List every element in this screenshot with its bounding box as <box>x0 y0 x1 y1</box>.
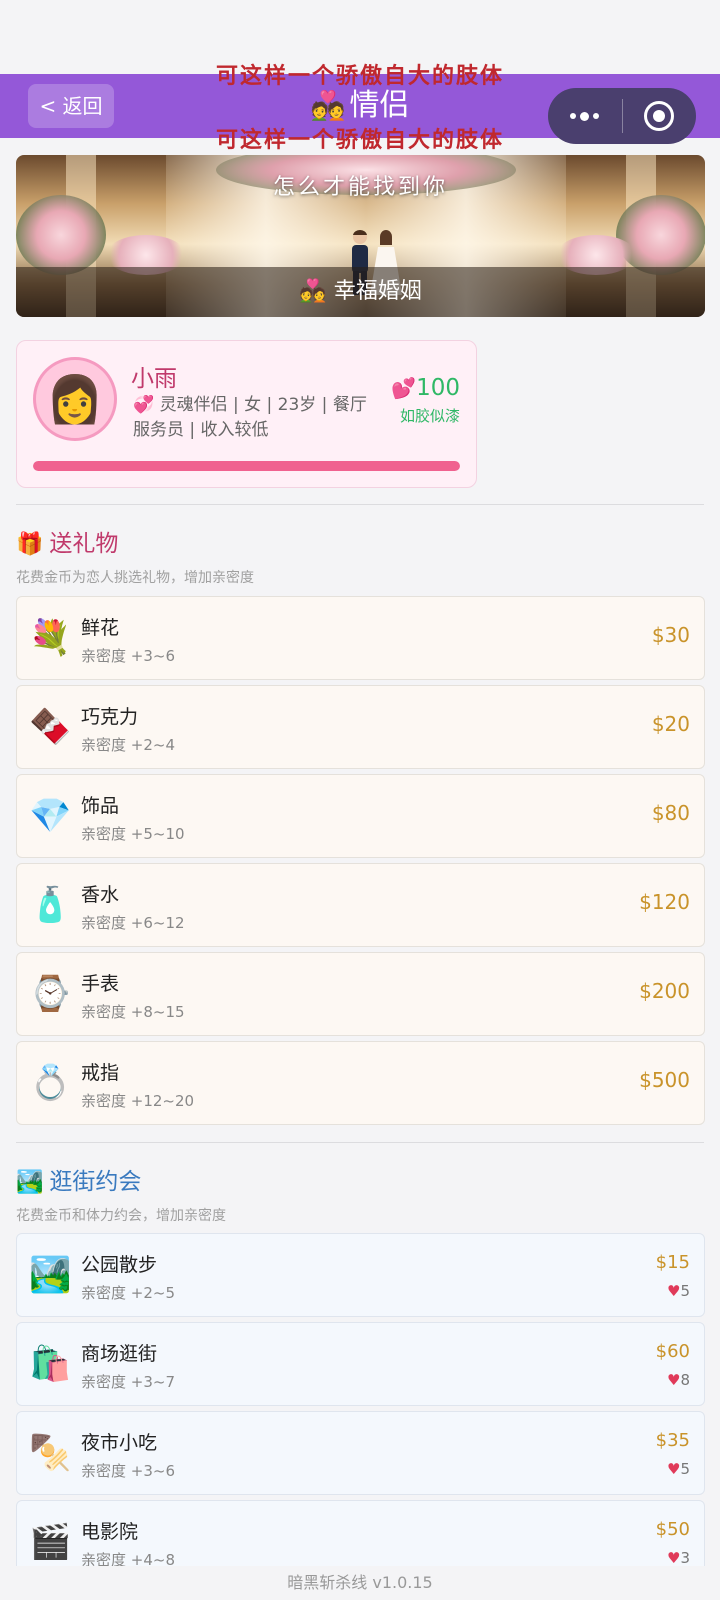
gift-item[interactable]: 💍 戒指亲密度 +12~20 $500 <box>16 1041 705 1125</box>
date-item-icon: 🍢 <box>29 1433 72 1473</box>
gift-item[interactable]: 🍫 巧克力亲密度 +2~4 $20 <box>16 685 705 769</box>
date-item-icon: 🏞️ <box>29 1255 72 1295</box>
gift-item-desc: 亲密度 +2~4 <box>81 736 175 754</box>
date-section-subtitle: 花费金币和体力约会，增加亲密度 <box>16 1208 226 1224</box>
affection-progress-bar <box>33 461 460 471</box>
couple-emoji-icon: 💑 <box>310 89 346 122</box>
gift-item-icon: 💐 <box>29 618 72 658</box>
more-button[interactable] <box>548 88 622 144</box>
date-item-desc: 亲密度 +3~7 <box>81 1373 175 1391</box>
gift-item-name: 巧克力 <box>81 706 139 728</box>
gift-item-desc: 亲密度 +8~15 <box>81 1003 185 1021</box>
stamina-value: 3 <box>680 1549 690 1567</box>
affection-number: 100 <box>416 375 460 401</box>
partner-name: 小雨 <box>131 366 177 392</box>
divider <box>16 504 704 505</box>
date-item-desc: 亲密度 +2~5 <box>81 1284 175 1302</box>
gift-item-price: $200 <box>639 979 690 1003</box>
gift-item[interactable]: ⌚ 手表亲密度 +8~15 $200 <box>16 952 705 1036</box>
date-item-name: 商场逛街 <box>81 1343 158 1365</box>
affection-value: 💕100 <box>391 375 460 401</box>
stamina-value: 5 <box>680 1460 690 1478</box>
mini-program-capsule <box>548 88 696 144</box>
banner-caption: 💑 幸福婚姻 <box>16 267 705 317</box>
footer-version: 暗黑斩杀线 v1.0.15 <box>0 1566 720 1600</box>
gift-item-icon: 🍫 <box>29 707 72 747</box>
date-item-stamina: ♥5 <box>667 1282 690 1300</box>
gift-item-name: 香水 <box>81 884 120 906</box>
page-title-text: 情侣 <box>349 88 410 123</box>
date-item[interactable]: 🍢 夜市小吃亲密度 +3~6 $35 ♥5 <box>16 1411 705 1495</box>
gift-section-title-text: 送礼物 <box>49 531 119 557</box>
gift-item[interactable]: 💐 鲜花亲密度 +3~6 $30 <box>16 596 705 680</box>
hearts-icon: 💞 <box>133 395 155 415</box>
gift-item-icon: 🧴 <box>29 885 72 925</box>
gift-item-price: $500 <box>639 1068 690 1092</box>
gift-item-desc: 亲密度 +3~6 <box>81 647 175 665</box>
gift-item[interactable]: 🧴 香水亲密度 +6~12 $120 <box>16 863 705 947</box>
gift-item-desc: 亲密度 +5~10 <box>81 825 185 843</box>
gift-item-icon: 💎 <box>29 796 72 836</box>
date-item-stamina: ♥5 <box>667 1460 690 1478</box>
banner-script-text: 怎么才能找到你 <box>272 175 448 200</box>
gift-item[interactable]: 💎 饰品亲密度 +5~10 $80 <box>16 774 705 858</box>
divider <box>16 1142 704 1143</box>
gift-item-price: $120 <box>639 890 690 914</box>
date-item-name: 夜市小吃 <box>81 1432 158 1454</box>
gift-item-icon: 💍 <box>29 1063 72 1103</box>
gift-item-name: 鲜花 <box>81 617 120 639</box>
gift-item-name: 戒指 <box>81 1062 120 1084</box>
heart-icon: ♥ <box>667 1282 681 1300</box>
gift-item-price: $20 <box>651 712 690 736</box>
gift-item-desc: 亲密度 +6~12 <box>81 914 185 932</box>
affection-level: 如胶似漆 <box>399 407 460 425</box>
affection-block: 💕100 如胶似漆 <box>391 375 460 426</box>
date-item-icon: 🎬 <box>29 1522 72 1562</box>
wedding-banner: 怎么才能找到你 💑 幸福婚姻 <box>16 155 705 317</box>
date-section-title: 🏞️ 逛街约会 <box>16 1162 141 1196</box>
heart-icon: ♥ <box>667 1371 681 1389</box>
date-item-stamina: ♥8 <box>667 1371 690 1389</box>
gift-item-name: 手表 <box>81 973 120 995</box>
heart-icon: ♥ <box>667 1460 681 1478</box>
partner-info: 💞 灵魂伴侣 | 女 | 23岁 | 餐厅服务员 | 收入较低 <box>133 393 383 443</box>
avatar: 👩 <box>33 357 117 441</box>
date-item[interactable]: 🏞️ 公园散步亲密度 +2~5 $15 ♥5 <box>16 1233 705 1317</box>
partner-card[interactable]: 👩 小雨 💞 灵魂伴侣 | 女 | 23岁 | 餐厅服务员 | 收入较低 💕10… <box>16 340 477 488</box>
partner-info-text: 灵魂伴侣 | 女 | 23岁 | 餐厅服务员 | 收入较低 <box>133 395 367 440</box>
banner-caption-text: 幸福婚姻 <box>333 279 422 304</box>
gift-item-name: 饰品 <box>81 795 120 817</box>
gift-item-icon: ⌚ <box>29 974 72 1014</box>
date-item-desc: 亲密度 +3~6 <box>81 1462 175 1480</box>
gift-section-subtitle: 花费金币为恋人挑选礼物，增加亲密度 <box>16 570 254 586</box>
gift-item-price: $30 <box>651 623 690 647</box>
heart-icon: ♥ <box>667 1549 681 1567</box>
date-item-price: $60 <box>655 1341 690 1362</box>
date-item-name: 公园散步 <box>81 1254 158 1276</box>
date-item[interactable]: 🛍️ 商场逛街亲密度 +3~7 $60 ♥8 <box>16 1322 705 1406</box>
nav-bar: < 返回 💑 情侣 <box>0 74 720 144</box>
more-dots-icon <box>570 111 600 121</box>
stamina-value: 8 <box>680 1371 690 1389</box>
close-button[interactable] <box>623 88 697 144</box>
date-item-price: $50 <box>655 1519 690 1540</box>
gift-item-price: $80 <box>651 801 690 825</box>
date-item-name: 电影院 <box>81 1521 139 1543</box>
date-item-price: $15 <box>655 1252 690 1273</box>
couple-caption-icon: 💑 <box>299 279 327 304</box>
date-item-price: $35 <box>655 1430 690 1451</box>
gift-section-title: 🎁 送礼物 <box>16 524 118 558</box>
date-item-stamina: ♥3 <box>667 1549 690 1567</box>
park-icon: 🏞️ <box>16 1170 44 1195</box>
gift-item-desc: 亲密度 +12~20 <box>81 1092 195 1110</box>
affection-progress-fill <box>33 461 460 471</box>
target-icon <box>644 101 675 131</box>
date-section-title-text: 逛街约会 <box>49 1169 142 1195</box>
affection-heart-icon: 💕 <box>391 376 417 400</box>
date-item-icon: 🛍️ <box>29 1344 72 1384</box>
status-bar <box>0 0 720 74</box>
stamina-value: 5 <box>680 1282 690 1300</box>
gift-icon: 🎁 <box>16 532 44 557</box>
